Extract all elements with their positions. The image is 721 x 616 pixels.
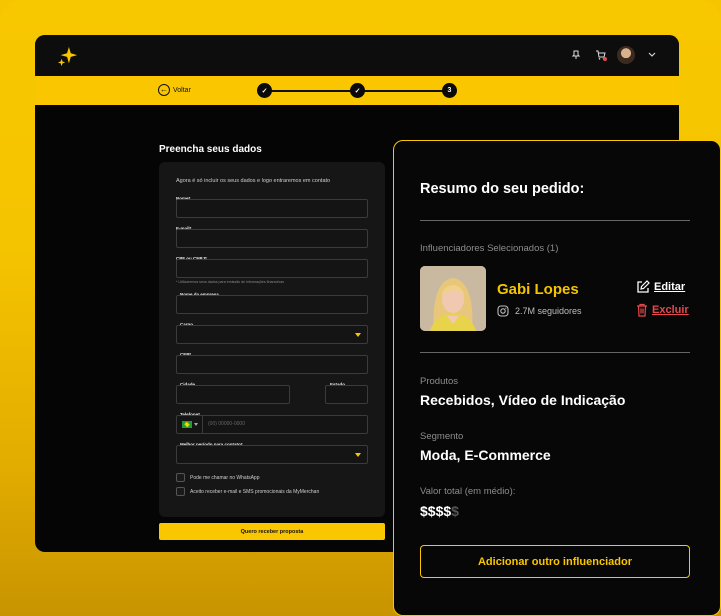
phone-field[interactable]: (00) 00000-0000 — [176, 415, 368, 434]
state-field[interactable] — [325, 385, 368, 404]
influencer-followers-row: 2.7M seguidores — [497, 305, 582, 317]
step-1: ✓ — [257, 83, 272, 98]
submit-button[interactable]: Quero receber proposta — [159, 523, 385, 540]
whatsapp-label: Pode me chamar no WhatsApp — [190, 475, 260, 481]
price-active: $$$$ — [420, 503, 452, 519]
whatsapp-checkbox[interactable] — [176, 473, 185, 482]
price-inactive: $ — [451, 503, 459, 519]
role-select[interactable] — [176, 325, 368, 344]
form-card: Agora é só incluir os seus dados e logo … — [159, 162, 385, 517]
cpf-field[interactable] — [176, 259, 368, 278]
divider — [420, 220, 690, 221]
progress-bar: ← Voltar ✓ ✓ 3 — [35, 76, 679, 105]
instagram-icon — [497, 305, 509, 317]
cep-field[interactable] — [176, 355, 368, 374]
edit-icon — [637, 280, 650, 293]
divider — [420, 352, 690, 353]
user-avatar[interactable] — [617, 46, 635, 64]
stepper: ✓ ✓ 3 — [257, 83, 457, 98]
edit-label: Editar — [654, 281, 686, 293]
add-influencer-button[interactable]: Adicionar outro influenciador — [420, 545, 690, 578]
influencer-photo — [420, 266, 486, 331]
order-summary-panel: Resumo do seu pedido: Influenciadores Se… — [393, 140, 721, 616]
period-select[interactable] — [176, 445, 368, 464]
arrow-left-icon: ← — [158, 84, 170, 96]
name-field[interactable] — [176, 199, 368, 218]
caret-down-icon — [355, 333, 361, 337]
country-selector[interactable] — [177, 416, 203, 433]
cart-icon[interactable] — [593, 48, 607, 62]
selected-influencers-label: Influenciadores Selecionados (1) — [420, 243, 559, 254]
caret-down-icon — [355, 453, 361, 457]
segment-label: Segmento — [420, 431, 464, 442]
top-bar — [35, 35, 679, 76]
top-icons — [569, 46, 659, 64]
company-field[interactable] — [176, 295, 368, 314]
phone-placeholder: (00) 00000-0000 — [208, 421, 245, 427]
form-intro: Agora é só incluir os seus dados e logo … — [176, 178, 331, 184]
brazil-flag-icon — [181, 421, 192, 428]
products-value: Recebidos, Vídeo de Indicação — [420, 392, 626, 408]
cpf-hint: * Utilizaremos seus dados para emissão d… — [176, 280, 285, 284]
summary-title: Resumo do seu pedido: — [420, 181, 585, 197]
form-title: Preencha seus dados — [159, 144, 262, 155]
delete-button[interactable]: Excluir — [636, 303, 689, 317]
back-button[interactable]: ← Voltar — [158, 84, 191, 96]
products-label: Produtos — [420, 376, 459, 387]
total-label: Valor total (em médio): — [420, 486, 516, 497]
segment-value: Moda, E-Commerce — [420, 447, 551, 463]
pin-icon[interactable] — [569, 48, 583, 62]
email-field[interactable] — [176, 229, 368, 248]
cart-badge — [603, 57, 607, 61]
chevron-down-icon — [193, 423, 198, 426]
step-2: ✓ — [350, 83, 365, 98]
influencer-name: Gabi Lopes — [497, 281, 579, 298]
city-field[interactable] — [176, 385, 290, 404]
edit-button[interactable]: Editar — [636, 280, 685, 294]
step-3: 3 — [442, 83, 457, 98]
step-line — [357, 90, 447, 92]
promo-checkbox[interactable] — [176, 487, 185, 496]
delete-label: Excluir — [652, 304, 689, 316]
promo-label: Aceito receber e-mail e SMS promocionais… — [190, 489, 320, 495]
trash-icon — [637, 303, 647, 317]
step-line — [265, 90, 355, 92]
sparkle-icon[interactable] — [57, 45, 79, 67]
back-label: Voltar — [173, 86, 191, 94]
price-indicator: $$$$$ — [420, 503, 459, 519]
followers-count: 2.7M seguidores — [515, 306, 582, 316]
chevron-down-icon[interactable] — [645, 48, 659, 62]
